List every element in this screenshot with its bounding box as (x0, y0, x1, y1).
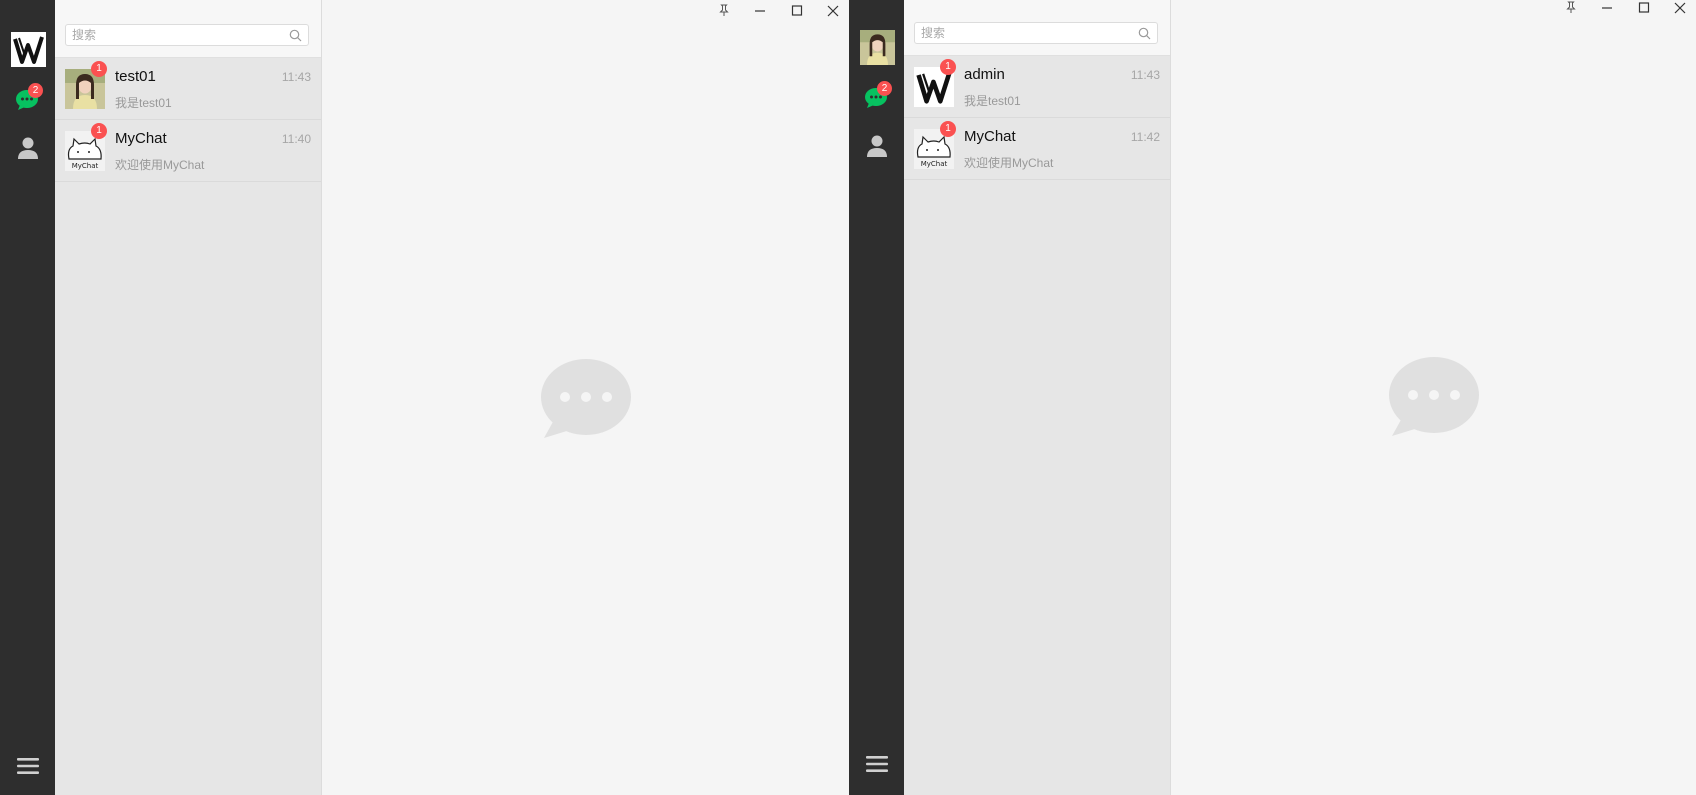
sidebar-rail: 2 (849, 0, 904, 795)
conversation-preview: 我是test01 (964, 94, 1021, 108)
sidebar-rail: 2 (0, 0, 55, 795)
conversation-preview: 欢迎使用MyChat (964, 156, 1054, 170)
maximize-button[interactable] (781, 0, 813, 22)
conversation-time: 11:43 (281, 70, 311, 84)
conversation-preview: 我是test01 (115, 96, 172, 110)
maximize-button[interactable] (1628, 0, 1660, 19)
conversation-item[interactable]: 1 test01 11:43 我是test01 (55, 58, 321, 120)
user-avatar[interactable] (11, 32, 46, 67)
menu-button[interactable] (864, 751, 890, 777)
conversation-name: MyChat (115, 130, 167, 147)
chat-nav-button[interactable]: 2 (15, 83, 43, 111)
pin-button[interactable] (1555, 0, 1587, 19)
search-input[interactable] (66, 25, 288, 45)
conversation-name: MyChat (964, 128, 1016, 145)
conversation-list: 1 test01 11:43 我是test01 MyChat 1 MyChat … (55, 0, 322, 795)
chat-window-right: 2 搜索 1 admin 11:43 我是test01 MyChat 1 MyC… (849, 0, 1696, 795)
search-input[interactable] (915, 23, 1137, 43)
menu-button[interactable] (15, 753, 41, 779)
search-bar (55, 0, 321, 58)
close-button[interactable] (1664, 0, 1696, 19)
close-button[interactable] (817, 0, 849, 22)
search-box (914, 22, 1158, 44)
chat-unread-badge: 2 (28, 83, 43, 98)
conversation-item[interactable]: MyChat 1 MyChat 11:42 欢迎使用MyChat (904, 118, 1170, 180)
chat-window-left: 2 搜索 1 test01 11:43 我是test01 MyChat 1 My… (0, 0, 849, 795)
conversation-list: 1 admin 11:43 我是test01 MyChat 1 MyChat 1… (904, 0, 1171, 795)
chat-nav-button[interactable]: 2 (864, 81, 892, 109)
maximize-icon (791, 5, 802, 16)
unread-badge: 1 (91, 61, 107, 77)
search-box (65, 24, 309, 46)
unread-badge: 1 (940, 59, 956, 75)
conversation-item[interactable]: 1 admin 11:43 我是test01 (904, 56, 1170, 118)
unread-badge: 1 (91, 123, 107, 139)
conversation-item[interactable]: MyChat 1 MyChat 11:40 欢迎使用MyChat (55, 120, 321, 182)
window-controls (708, 0, 849, 22)
contacts-icon (18, 137, 38, 159)
conversation-time: 11:42 (1130, 130, 1160, 144)
contacts-nav-button[interactable] (864, 133, 890, 159)
chat-unread-badge: 2 (877, 81, 892, 96)
chat-main-panel (1171, 0, 1696, 795)
conversation-time: 11:43 (1130, 68, 1160, 82)
minimize-button[interactable] (744, 0, 776, 22)
empty-chat-icon (1389, 357, 1479, 436)
svg-text:MyChat: MyChat (72, 162, 99, 170)
contacts-icon (867, 135, 887, 157)
pin-icon (1565, 1, 1576, 13)
search-icon[interactable] (289, 29, 302, 42)
search-icon[interactable] (1138, 27, 1151, 40)
empty-chat-icon (541, 359, 631, 438)
menu-icon (866, 756, 888, 772)
close-icon (827, 5, 839, 17)
minimize-icon (1602, 7, 1613, 9)
window-controls (1555, 0, 1696, 19)
minimize-icon (755, 10, 766, 12)
pin-button[interactable] (708, 0, 740, 22)
minimize-button[interactable] (1591, 0, 1623, 19)
conversation-name: test01 (115, 68, 156, 85)
chat-main-panel (322, 0, 849, 795)
conversation-time: 11:40 (281, 132, 311, 146)
pin-icon (718, 4, 729, 16)
search-bar (904, 0, 1170, 56)
conversation-name: admin (964, 66, 1005, 83)
contacts-nav-button[interactable] (15, 135, 41, 161)
close-icon (1674, 2, 1686, 14)
menu-icon (17, 758, 39, 774)
user-avatar[interactable] (860, 30, 895, 65)
conversation-preview: 欢迎使用MyChat (115, 158, 205, 172)
maximize-icon (1638, 2, 1649, 13)
unread-badge: 1 (940, 121, 956, 137)
svg-text:MyChat: MyChat (921, 160, 948, 168)
